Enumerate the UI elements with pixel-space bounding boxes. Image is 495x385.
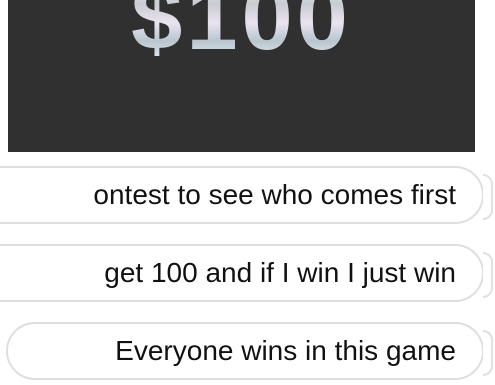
chat-view: $100 ontest to see who comes first get 1… bbox=[0, 0, 495, 385]
chip-edge-indicator bbox=[483, 252, 493, 298]
reply-chip-1[interactable]: ontest to see who comes first bbox=[0, 166, 484, 224]
chip-edge-indicator bbox=[483, 174, 493, 220]
media-card[interactable]: $100 bbox=[8, 0, 475, 152]
reply-chip-3[interactable]: Everyone wins in this game bbox=[6, 322, 484, 380]
reply-chip-label: ontest to see who comes first bbox=[93, 179, 456, 210]
chip-edge-indicator bbox=[483, 330, 493, 376]
media-caption-text: $100 bbox=[8, 0, 475, 64]
reply-chip-label: Everyone wins in this game bbox=[115, 335, 456, 366]
reply-chip-2[interactable]: get 100 and if I win I just win bbox=[0, 244, 484, 302]
reply-chip-label: get 100 and if I win I just win bbox=[104, 257, 456, 288]
